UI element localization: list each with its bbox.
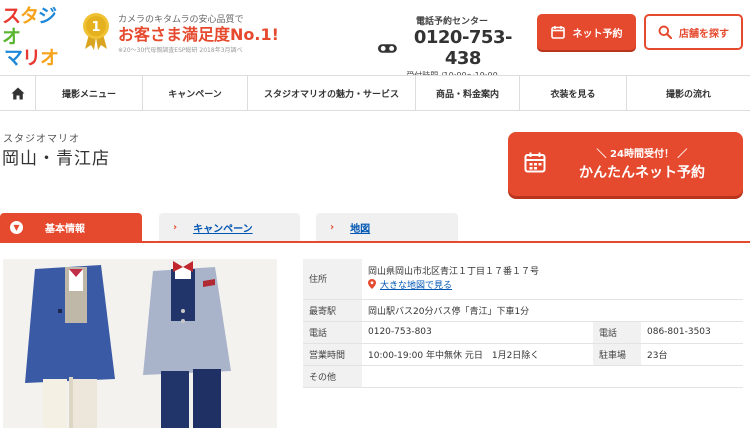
other-label: その他 [303,365,362,388]
phone-center: 電話予約センター 0120-753-438 受付時間 /10:00～19:00 [378,14,526,81]
global-nav: 撮影メニュー キャンペーン スタジオマリオの魅力・サービス 商品・料金案内 衣装… [0,75,750,111]
other-value [362,365,743,388]
award-line2: お客さま満足度No.1! [118,25,279,44]
store-info-table: 住所 岡山県岡山市北区青江１丁目１７番１７号 大きな地図で見る 最寄駅 岡山駅バ… [303,259,743,388]
cta-subtitle: ＼ 24時間受付！ ／ [596,149,688,160]
award-badge-icon: 1 [83,13,109,50]
net-reserve-label: ネット予約 [572,28,623,40]
tab-label: 基本情報 [45,223,85,235]
tel2-label: 電話 [593,321,641,344]
phone-number[interactable]: 0120-753-438 [400,27,526,69]
nav-item-flow[interactable]: 撮影の流れ [627,76,750,110]
site-header: スタジオ マリオ 1 カメラのキタムラの安心品質で お客さま満足度No.1! ※… [0,0,750,80]
nav-item-label: 撮影メニュー [61,89,116,100]
nav-item-costume[interactable]: 衣装を見る [520,76,627,110]
parking-label: 駐車場 [593,343,641,366]
store-kana: スタジオマリオ [3,134,80,145]
award-line1: カメラのキタムラの安心品質で [118,15,244,25]
address-value: 岡山県岡山市北区青江１丁目１７番１７号 [368,266,540,277]
nav-item-label: スタジオマリオの魅力・サービス [263,89,399,100]
parking-value: 23台 [641,343,743,366]
tab-underline [0,241,750,243]
nav-item-label: 商品・料金案内 [435,89,499,100]
station-label: 最寄駅 [303,299,362,322]
chevron-right-icon: › [173,221,178,233]
hours-value: 10:00-19:00 年中無休 元日 1月2日除く [362,343,593,366]
net-reserve-button[interactable]: ネット予約 [537,14,636,50]
store-photo [3,259,277,428]
calendar-icon [524,152,546,173]
home-icon [11,87,24,99]
nav-item-menu[interactable]: 撮影メニュー [36,76,143,110]
hours-label: 営業時間 [303,343,362,366]
store-tabs: ▼ 基本情報 › キャンペーン › 地図 [0,213,750,243]
tab-basic-info[interactable]: ▼ 基本情報 [0,213,142,241]
station-value: 岡山駅バス20分バス停「青江」下車1分 [362,299,743,322]
tab-map[interactable]: › 地図 [316,213,458,241]
tab-label: 地図 [350,223,371,235]
find-store-button[interactable]: 店舗を探す [644,14,743,50]
large-map-link[interactable]: 大きな地図で見る [380,281,452,291]
logo-line2: マリオ [4,47,59,69]
logo-line1: スタジオ [2,5,57,48]
phone-title: 電話予約センター [415,17,488,27]
tab-label: キャンペーン [193,223,253,235]
easy-net-reserve-button[interactable]: ＼ 24時間受付！ ／ かんたんネット予約 [508,132,743,196]
nav-item-label: キャンペーン [168,89,222,100]
chevron-right-icon: › [330,221,335,233]
cta-title: かんたんネット予約 [579,165,705,181]
nav-home[interactable] [0,76,36,110]
store-name: 岡山・青江店 [2,149,110,169]
freedial-icon [378,44,397,53]
address-label: 住所 [303,259,362,300]
chevron-down-icon: ▼ [10,220,23,234]
nav-item-label: 衣装を見る [550,89,596,100]
tel-label: 電話 [303,321,362,344]
search-icon [658,25,672,39]
nav-item-price[interactable]: 商品・料金案内 [416,76,520,110]
svg-text:1: 1 [91,20,100,35]
tab-campaign[interactable]: › キャンペーン [159,213,300,241]
award-note: ※20～30代母親調査ESP総研 2018年3月調べ [118,47,243,54]
nav-item-service[interactable]: スタジオマリオの魅力・サービス [248,76,416,110]
calendar-icon [550,26,565,39]
map-pin-icon [368,278,376,289]
address-cell: 岡山県岡山市北区青江１丁目１７番１７号 大きな地図で見る [362,259,743,300]
find-store-label: 店舗を探す [679,28,729,40]
tel2-value[interactable]: 086-801-3503 [641,321,743,344]
nav-item-campaign[interactable]: キャンペーン [143,76,248,110]
award-text: カメラのキタムラの安心品質で お客さま満足度No.1! ※20～30代母親調査E… [118,12,279,54]
tel-value[interactable]: 0120-753-803 [362,321,593,344]
studio-mario-logo[interactable]: スタジオ マリオ [2,6,72,69]
nav-item-label: 撮影の流れ [665,89,711,100]
